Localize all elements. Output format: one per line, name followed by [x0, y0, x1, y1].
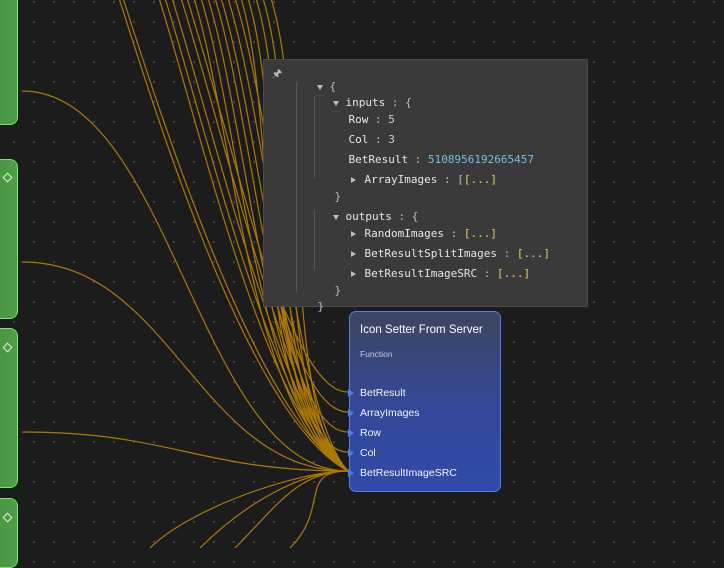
- betresult-entry: BetResult : 5108956192665457: [348, 153, 534, 166]
- source-node-1[interactable]: 2: [0, 0, 18, 125]
- input-port[interactable]: [348, 389, 354, 397]
- outputs-close: }: [334, 284, 342, 297]
- root-close: }: [317, 300, 325, 313]
- diamond-icon: [2, 172, 13, 183]
- source-node-2[interactable]: 2: [0, 159, 18, 319]
- betresultsrc-entry[interactable]: BetResultImageSRC : [...]: [324, 253, 530, 280]
- pin-icon[interactable]: 🖈︎: [272, 65, 282, 84]
- arrayimages-key: ArrayImages: [364, 173, 438, 186]
- source-node-4[interactable]: [0, 498, 18, 568]
- wire-from-below-4: [289, 470, 349, 548]
- node-title: Icon Setter From Server: [360, 324, 483, 336]
- randomimages-entry[interactable]: RandomImages : [...]: [324, 213, 497, 240]
- wire-from-below-3: [234, 470, 349, 548]
- betresultsplit-entry[interactable]: BetResultSplitImages : [...]: [324, 233, 550, 260]
- input-label: ArrayImages: [360, 407, 420, 419]
- outputs-row[interactable]: outputs : {: [306, 196, 418, 223]
- wire-from-below-2: [199, 470, 349, 548]
- source-node-3[interactable]: 2: [0, 328, 18, 488]
- inputs-row[interactable]: inputs : {: [306, 82, 412, 109]
- input-label: Col: [360, 447, 376, 459]
- node-subtitle: Function: [360, 349, 393, 359]
- input-label: BetResult: [360, 387, 406, 399]
- input-port[interactable]: [348, 469, 354, 477]
- col-entry: Col : 3: [348, 133, 395, 146]
- input-port[interactable]: [348, 449, 354, 457]
- collapsed-dots[interactable]: [...]: [497, 267, 530, 280]
- caret-right-icon[interactable]: [350, 177, 356, 183]
- input-label: Row: [360, 427, 382, 439]
- betresultsrc-key: BetResultImageSRC: [364, 267, 478, 280]
- root-row[interactable]: {: [290, 66, 336, 93]
- data-inspector-panel[interactable]: 🖈︎ { inputs : { Row : 5 Col : 3 BetResul…: [263, 59, 588, 313]
- wire-from-below-1: [149, 470, 349, 548]
- caret-right-icon[interactable]: [350, 271, 356, 277]
- tree-guide: [296, 82, 297, 292]
- inputs-close: }: [334, 190, 342, 203]
- input-port[interactable]: [348, 409, 354, 417]
- diamond-icon: [2, 512, 13, 523]
- arrayimages-entry[interactable]: ArrayImages : [[...]: [324, 159, 497, 186]
- diamond-icon: [2, 342, 13, 353]
- input-port[interactable]: [348, 429, 354, 437]
- icon-setter-function-node[interactable]: Icon Setter From Server Function BetResu…: [348, 311, 501, 492]
- input-label: BetResultImageSRC: [360, 467, 457, 479]
- collapsed-dots[interactable]: [...]: [464, 173, 497, 186]
- wire-from-left-node-3: [21, 431, 349, 472]
- row-entry: Row : 5: [348, 113, 395, 126]
